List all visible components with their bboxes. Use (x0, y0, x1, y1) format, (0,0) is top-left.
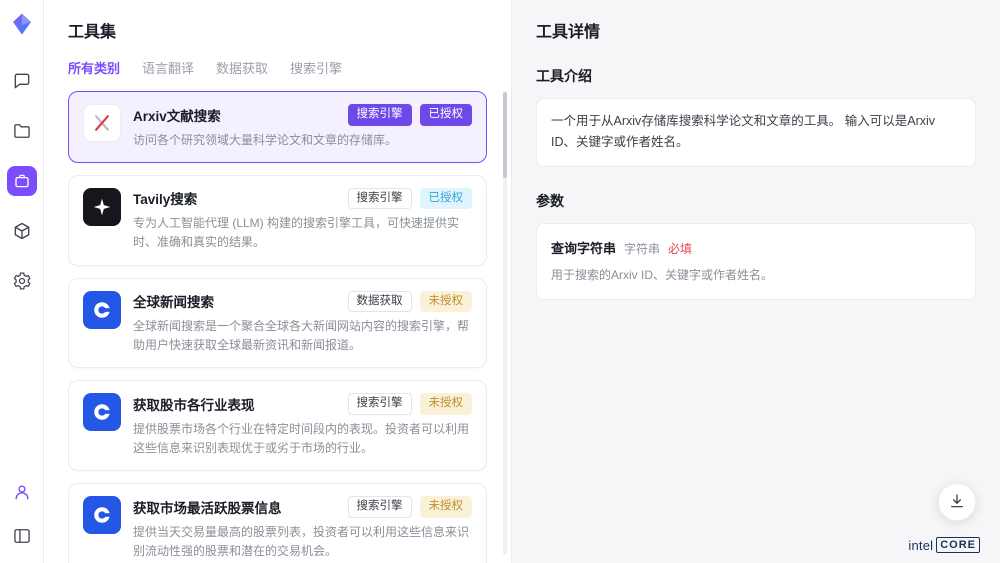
panel-toggle-icon[interactable] (7, 521, 37, 551)
cube-icon[interactable] (7, 216, 37, 246)
parameter-card: 查询字符串 字符串 必填 用于搜索的Arxiv ID、关键字或作者姓名。 (536, 223, 976, 300)
tool-description: 专为人工智能代理 (LLM) 构建的搜索引擎工具，可快速提供实时、准确和真实的结… (133, 214, 472, 252)
scrollbar-thumb[interactable] (503, 92, 507, 178)
tool-card[interactable]: Arxiv文献搜索 搜索引擎 已授权 访问各个研究领域大量科学论文和文章的存储库… (68, 91, 487, 163)
sidebar (0, 0, 44, 563)
tool-body: 获取股市各行业表现 搜索引擎 未授权 提供股票市场各个行业在特定时间段内的表现。… (133, 393, 472, 458)
tool-description: 访问各个研究领域大量科学论文和文章的存储库。 (133, 131, 472, 150)
tool-name: 获取股市各行业表现 (133, 394, 255, 414)
parameter-type: 字符串 (624, 240, 660, 257)
tool-detail-panel: 工具详情 工具介绍 一个用于从Arxiv存储库搜索科学论文和文章的工具。 输入可… (512, 0, 1000, 563)
detail-title: 工具详情 (536, 18, 976, 42)
chat-icon[interactable] (7, 66, 37, 96)
tool-name: 全球新闻搜索 (133, 291, 214, 311)
globalnews-icon (83, 291, 121, 329)
tool-list-panel: 工具集 所有类别 语言翻译 数据获取 搜索引擎 Arxiv文献搜索 搜索引擎 已… (44, 0, 512, 563)
app-window: 工具集 所有类别 语言翻译 数据获取 搜索引擎 Arxiv文献搜索 搜索引擎 已… (0, 0, 1000, 563)
tool-card[interactable]: 全球新闻搜索 数据获取 未授权 全球新闻搜索是一个聚合全球各大新闻网站内容的搜索… (68, 278, 487, 369)
tool-body: Tavily搜索 搜索引擎 已授权 专为人工智能代理 (LLM) 构建的搜索引擎… (133, 188, 472, 253)
tab-search-engine[interactable]: 搜索引擎 (290, 58, 342, 77)
scrollbar[interactable] (503, 92, 507, 555)
tab-language-translation[interactable]: 语言翻译 (142, 58, 194, 77)
tool-name: 获取市场最活跃股票信息 (133, 497, 282, 517)
tool-name: Arxiv文献搜索 (133, 105, 221, 125)
tool-card[interactable]: 获取市场最活跃股票信息 搜索引擎 未授权 提供当天交易量最高的股票列表，投资者可… (68, 483, 487, 563)
parameter-required-badge: 必填 (668, 240, 692, 257)
tool-category-badge: 搜索引擎 (348, 104, 412, 126)
tool-card[interactable]: 获取股市各行业表现 搜索引擎 未授权 提供股票市场各个行业在特定时间段内的表现。… (68, 380, 487, 471)
tab-data-fetch[interactable]: 数据获取 (216, 58, 268, 77)
intel-core-logo: intel CORE (908, 537, 980, 553)
briefcase-icon[interactable] (7, 166, 37, 196)
tool-description: 全球新闻搜索是一个聚合全球各大新闻网站内容的搜索引擎，帮助用户快速获取全球最新资… (133, 317, 472, 355)
tool-name: Tavily搜索 (133, 188, 197, 208)
tool-category-badge: 数据获取 (348, 291, 412, 313)
page-title: 工具集 (68, 18, 493, 42)
tool-card[interactable]: Tavily搜索 搜索引擎 已授权 专为人工智能代理 (LLM) 构建的搜索引擎… (68, 175, 487, 266)
tool-description: 提供当天交易量最高的股票列表，投资者可以利用这些信息来识别流动性强的股票和潜在的… (133, 523, 472, 561)
tavily-icon (83, 188, 121, 226)
sidebar-bottom (7, 477, 37, 551)
arxiv-icon (83, 104, 121, 142)
parameter-name: 查询字符串 (551, 238, 616, 257)
tool-auth-badge: 未授权 (420, 291, 473, 313)
params-section-title: 参数 (536, 191, 976, 211)
tool-description: 提供股票市场各个行业在特定时间段内的表现。投资者可以利用这些信息来识别表现优于或… (133, 420, 472, 458)
parameter-header: 查询字符串 字符串 必填 (551, 238, 961, 257)
market-icon (83, 393, 121, 431)
category-tabs: 所有类别 语言翻译 数据获取 搜索引擎 (68, 58, 493, 77)
tool-body: 全球新闻搜索 数据获取 未授权 全球新闻搜索是一个聚合全球各大新闻网站内容的搜索… (133, 291, 472, 356)
folder-icon[interactable] (7, 116, 37, 146)
tab-all-categories[interactable]: 所有类别 (68, 58, 120, 77)
tool-auth-badge: 未授权 (420, 393, 473, 415)
tool-body: 获取市场最活跃股票信息 搜索引擎 未授权 提供当天交易量最高的股票列表，投资者可… (133, 496, 472, 561)
sidebar-nav (7, 66, 37, 296)
tool-intro-text: 一个用于从Arxiv存储库搜索科学论文和文章的工具。 输入可以是Arxiv ID… (536, 98, 976, 167)
gear-icon[interactable] (7, 266, 37, 296)
market-icon (83, 496, 121, 534)
app-logo (10, 12, 34, 36)
tool-category-badge: 搜索引擎 (348, 496, 412, 518)
tool-category-badge: 搜索引擎 (348, 188, 412, 210)
tool-auth-badge: 未授权 (420, 496, 473, 518)
parameter-description: 用于搜索的Arxiv ID、关键字或作者姓名。 (551, 266, 961, 285)
tool-auth-badge: 已授权 (420, 104, 473, 126)
tool-list: Arxiv文献搜索 搜索引擎 已授权 访问各个研究领域大量科学论文和文章的存储库… (68, 91, 493, 563)
intro-section-title: 工具介绍 (536, 66, 976, 86)
download-icon (948, 492, 966, 513)
tool-category-badge: 搜索引擎 (348, 393, 412, 415)
download-button[interactable] (938, 483, 976, 521)
tool-body: Arxiv文献搜索 搜索引擎 已授权 访问各个研究领域大量科学论文和文章的存储库… (133, 104, 472, 150)
user-icon[interactable] (7, 477, 37, 507)
tool-auth-badge: 已授权 (420, 188, 473, 210)
